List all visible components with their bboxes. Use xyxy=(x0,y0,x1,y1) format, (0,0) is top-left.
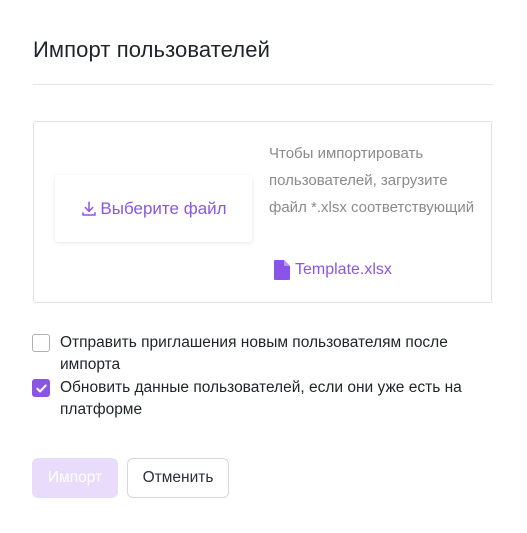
update-users-checkbox[interactable] xyxy=(32,379,50,397)
title-divider xyxy=(33,84,493,85)
file-icon xyxy=(274,260,290,280)
template-download-link[interactable]: Template.xlsx xyxy=(274,260,392,280)
import-users-dialog: Импорт пользователей Выберите файл Чтобы… xyxy=(0,0,527,533)
update-users-label: Обновить данные пользователей, если они … xyxy=(60,379,462,418)
send-invitations-label: Отправить приглашения новым пользователя… xyxy=(60,334,448,373)
download-icon xyxy=(80,200,98,218)
choose-file-button[interactable]: Выберите файл xyxy=(55,175,252,242)
option-update-users[interactable]: Обновить данные пользователей, если они … xyxy=(32,377,492,421)
template-link-label: Template.xlsx xyxy=(295,261,392,278)
cancel-button[interactable]: Отменить xyxy=(127,458,229,498)
option-send-invitations[interactable]: Отправить приглашения новым пользователя… xyxy=(32,332,492,376)
import-button[interactable]: Импорт xyxy=(32,458,118,498)
dialog-title: Импорт пользователей xyxy=(33,37,270,62)
send-invitations-checkbox[interactable] xyxy=(32,334,50,352)
upload-hint: Чтобы импортировать пользователей, загру… xyxy=(269,145,475,216)
choose-file-label: Выберите файл xyxy=(100,198,227,218)
checkmark-icon xyxy=(35,382,48,395)
